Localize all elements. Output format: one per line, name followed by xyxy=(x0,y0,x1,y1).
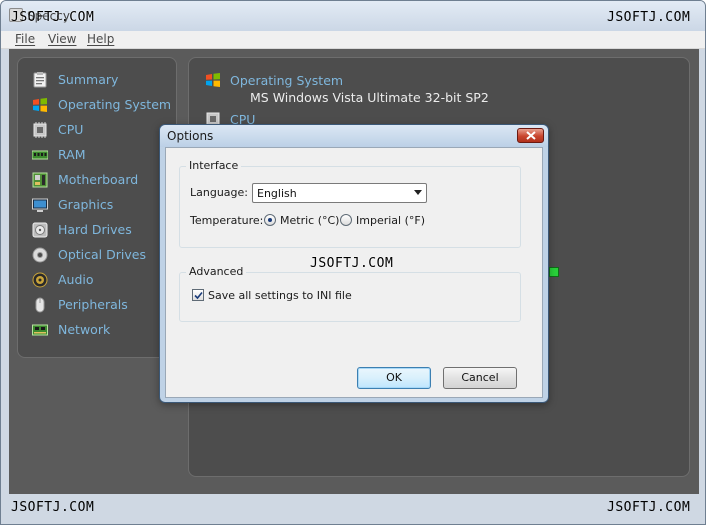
sidebar-item-label: Graphics xyxy=(58,197,114,212)
monitor-icon xyxy=(32,198,48,212)
sidebar-item-label: Hard Drives xyxy=(58,222,132,237)
sidebar-item-peripherals[interactable]: Peripherals xyxy=(32,295,170,315)
sidebar-item-operating-system[interactable]: Operating System xyxy=(32,95,172,115)
windows-logo-icon xyxy=(33,98,47,112)
mouse-icon xyxy=(35,297,45,313)
checkmark-icon xyxy=(194,291,203,300)
sidebar: Summary Operating System CPU RAM Motherb… xyxy=(17,57,177,358)
sidebar-item-cpu[interactable]: CPU xyxy=(32,120,170,140)
interface-group xyxy=(179,166,521,248)
menu-bar: File View Help xyxy=(1,31,705,49)
title-bar: Speccy xyxy=(1,1,705,31)
close-button[interactable] xyxy=(517,128,544,143)
temperature-label: Temperature: xyxy=(190,214,264,227)
sidebar-item-label: Motherboard xyxy=(58,172,139,187)
cancel-button[interactable]: Cancel xyxy=(443,367,517,389)
watermark-center: JSOFTJ.COM xyxy=(310,256,394,271)
imperial-radio-label: Imperial (°F) xyxy=(356,214,425,227)
sidebar-item-ram[interactable]: RAM xyxy=(32,145,170,165)
sidebar-item-label: Optical Drives xyxy=(58,247,146,262)
menu-help[interactable]: Help xyxy=(87,32,114,46)
motherboard-icon xyxy=(32,172,48,188)
os-section-title: Operating System xyxy=(230,73,344,88)
cpu-icon xyxy=(33,122,47,138)
ram-icon xyxy=(32,150,48,160)
sidebar-item-graphics[interactable]: Graphics xyxy=(32,195,170,215)
status-indicator xyxy=(549,267,559,277)
checkbox-box xyxy=(192,289,204,301)
sidebar-item-label: RAM xyxy=(58,147,86,162)
network-icon xyxy=(32,324,48,336)
radio-selected-dot xyxy=(268,218,272,222)
sidebar-item-hard-drives[interactable]: Hard Drives xyxy=(32,220,170,240)
speaker-icon xyxy=(32,272,48,288)
app-window: Speccy File View Help Summary Operating … xyxy=(0,0,706,525)
menu-file[interactable]: File xyxy=(15,32,35,46)
sidebar-item-summary[interactable]: Summary xyxy=(32,70,170,90)
optical-disc-icon xyxy=(32,247,48,263)
dialog-title: Options xyxy=(167,129,214,143)
language-select[interactable]: English xyxy=(252,183,427,203)
watermark-bottom-left: JSOFTJ.COM xyxy=(11,500,95,515)
interface-group-label: Interface xyxy=(186,159,242,172)
sidebar-item-label: Network xyxy=(58,322,111,337)
windows-logo-icon xyxy=(206,73,220,87)
sidebar-item-label: Peripherals xyxy=(58,297,128,312)
radio-circle xyxy=(340,214,352,226)
close-icon xyxy=(526,131,536,140)
language-select-value: English xyxy=(257,187,297,200)
sidebar-item-motherboard[interactable]: Motherboard xyxy=(32,170,170,190)
sidebar-item-optical-drives[interactable]: Optical Drives xyxy=(32,245,170,265)
sidebar-item-network[interactable]: Network xyxy=(32,320,170,340)
sidebar-item-label: Operating System xyxy=(58,97,172,112)
watermark-bottom-right: JSOFTJ.COM xyxy=(607,500,691,515)
summary-icon xyxy=(33,72,47,88)
ok-button[interactable]: OK xyxy=(357,367,431,389)
ini-checkbox[interactable]: Save all settings to INI file xyxy=(192,288,392,304)
os-value: MS Windows Vista Ultimate 32-bit SP2 xyxy=(250,90,489,105)
ini-checkbox-label: Save all settings to INI file xyxy=(208,289,352,302)
radio-circle xyxy=(264,214,276,226)
sidebar-item-label: Summary xyxy=(58,72,119,87)
dialog-body: Interface Language: English Temperature:… xyxy=(165,147,543,398)
hard-drive-icon xyxy=(32,222,48,238)
dialog-title-bar: Options xyxy=(160,125,548,147)
menu-view[interactable]: View xyxy=(48,32,76,46)
chevron-down-icon xyxy=(414,190,422,195)
watermark-top-left: JSOFTJ.COM xyxy=(11,10,95,25)
sidebar-item-audio[interactable]: Audio xyxy=(32,270,170,290)
sidebar-item-label: CPU xyxy=(58,122,84,137)
advanced-group-label: Advanced xyxy=(186,265,247,278)
sidebar-item-label: Audio xyxy=(58,272,94,287)
watermark-top-right: JSOFTJ.COM xyxy=(607,10,691,25)
metric-radio-label: Metric (°C) xyxy=(280,214,340,227)
language-label: Language: xyxy=(190,186,248,199)
